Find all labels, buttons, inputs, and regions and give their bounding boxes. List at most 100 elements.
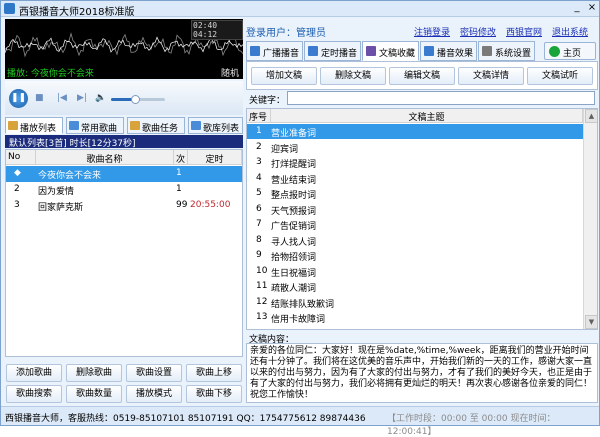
table-row[interactable]: 8 寻人找人词 [247, 233, 583, 248]
tab-scheduled[interactable]: 定时播音 [304, 41, 361, 61]
row-topic: 天气预报词 [271, 206, 317, 217]
volume-slider[interactable] [111, 95, 165, 104]
col-count[interactable]: 次 [174, 150, 188, 165]
vertical-scrollbar[interactable]: ▲ ▼ [583, 109, 597, 329]
draft-details-button[interactable]: 文稿详情 [458, 67, 524, 85]
tab-audio-effect[interactable]: 播音效果 [420, 41, 477, 61]
row-index: 8 [256, 234, 262, 245]
row-index: 1 [256, 126, 262, 136]
exit-system-link[interactable]: 退出系统 [552, 25, 588, 38]
pause-button[interactable]: ❚❚ [9, 89, 28, 108]
minimize-button[interactable]: _ [571, 3, 583, 14]
status-bar: 西银播音大师，客服热线：0519-85107101 85107191 QQ：17… [1, 406, 599, 437]
now-playing-text: 播放: 今夜你会不会来 [7, 69, 94, 79]
tab-draft-collection[interactable]: 文稿收藏 [362, 41, 419, 61]
row-index: 10 [256, 265, 268, 276]
delete-song-button[interactable]: 删除歌曲 [66, 364, 122, 382]
play-mode-button[interactable]: 播放模式 [126, 385, 182, 403]
row-topic: 迎宾词 [271, 144, 299, 155]
row-topic: 寻人找人词 [271, 237, 317, 248]
tab-system-settings[interactable]: 系统设置 [478, 41, 535, 61]
window-title: 西银播音大师2018标准版 [19, 7, 135, 18]
login-user-label: 登录用户：管理员 [246, 28, 326, 39]
gear-icon [482, 46, 492, 56]
col-topic[interactable]: 文稿主题 [271, 109, 583, 123]
tab-playlist[interactable]: 播放列表 [5, 117, 63, 134]
close-button[interactable]: × [586, 3, 598, 14]
song-count-button[interactable]: 歌曲数量 [66, 385, 122, 403]
tab-song-library[interactable]: 歌库列表 [188, 117, 243, 134]
home-button[interactable]: 主页 [544, 42, 596, 60]
table-row[interactable]: 11 疏散人潮词 [247, 279, 583, 294]
scroll-down-icon[interactable]: ▼ [585, 315, 597, 329]
table-row[interactable]: 13 信用卡故障词 [247, 310, 583, 325]
search-song-button[interactable]: 歌曲搜索 [6, 385, 62, 403]
app-window: 西银播音大师2018标准版 _ × 02:40 04:12 播放: 今夜你会不会… [0, 0, 600, 437]
keyword-input[interactable] [287, 91, 595, 105]
add-draft-button[interactable]: 增加文稿 [251, 67, 317, 85]
table-row[interactable]: 10 生日祝福词 [247, 264, 583, 279]
table-row[interactable]: 2 因为爱情 1 [6, 182, 242, 198]
now-playing-bar: 播放: 今夜你会不会来 随机 [5, 65, 243, 79]
move-song-up-button[interactable]: 歌曲上移 [186, 364, 242, 382]
draft-operations: 增加文稿 删除文稿 编辑文稿 文稿详情 文稿试听 [246, 61, 598, 90]
row-index: 3 [256, 157, 262, 167]
row-index: 6 [256, 203, 262, 214]
row-index: 13 [256, 312, 268, 322]
row-topic: 营业结束词 [271, 175, 317, 186]
draft-preview-button[interactable]: 文稿试听 [527, 67, 593, 85]
scroll-up-icon[interactable]: ▲ [585, 109, 597, 123]
broadcast-icon [250, 46, 260, 56]
delete-draft-button[interactable]: 删除文稿 [320, 67, 386, 85]
table-row[interactable]: 9 拾物招领词 [247, 248, 583, 263]
tab-common-songs[interactable]: 常用歌曲 [66, 117, 124, 134]
col-schedule[interactable]: 定时 [188, 150, 242, 165]
row-topic: 信用卡故障词 [271, 315, 326, 325]
common-songs-icon [69, 121, 79, 130]
col-song-name[interactable]: 歌曲名称 [36, 150, 174, 165]
contact-info: 西银播音大师，客服热线：0519-85107101 85107191 QQ：17… [5, 414, 366, 424]
song-library-icon [191, 121, 201, 130]
song-settings-button[interactable]: 歌曲设置 [126, 364, 182, 382]
tab-broadcast[interactable]: 广播播音 [246, 41, 303, 61]
playlist-actions: 添加歌曲 删除歌曲 歌曲设置 歌曲上移 歌曲搜索 歌曲数量 播放模式 歌曲下移 [5, 363, 243, 403]
volume-icon[interactable]: 🔈 [95, 93, 106, 103]
row-index: 11 [256, 281, 268, 291]
song-tasks-icon [130, 121, 140, 130]
table-row[interactable]: 5 整点报时词 [247, 186, 583, 201]
table-row[interactable]: 2 迎宾词 [247, 140, 583, 155]
table-row[interactable]: 12 结账排队致歉词 [247, 295, 583, 310]
col-no[interactable]: No [6, 150, 36, 165]
table-row[interactable]: 3 打烊提醒词 [247, 155, 583, 170]
left-tab-bar: 播放列表 常用歌曲 歌曲任务 歌库列表 [5, 117, 243, 134]
tab-song-tasks[interactable]: 歌曲任务 [127, 117, 185, 134]
row-topic: 生日祝福词 [271, 268, 317, 279]
table-row[interactable]: 6 天气预报词 [247, 202, 583, 217]
row-topic: 营业准备词 [271, 129, 317, 139]
draft-content-textarea[interactable]: 亲爱的各位同仁：大家好！现在是%date,%time,%week，距离我们的营业… [246, 343, 598, 403]
row-topic: 整点报时词 [271, 191, 317, 201]
volume-knob[interactable] [131, 95, 141, 104]
official-site-link[interactable]: 西银官网 [506, 25, 542, 38]
add-song-button[interactable]: 添加歌曲 [6, 364, 62, 382]
table-row[interactable]: 3 回家萨克斯 99 20:55:00 [6, 198, 242, 214]
table-row[interactable]: 7 广告促销词 [247, 217, 583, 232]
previous-button[interactable]: |◀ [57, 93, 67, 103]
logout-link[interactable]: 注销登录 [414, 25, 450, 38]
row-index: 12 [256, 296, 268, 307]
table-row[interactable]: 4 营业结束词 [247, 171, 583, 186]
change-password-link[interactable]: 密码修改 [460, 25, 496, 38]
row-topic: 结账排队致歉词 [271, 299, 335, 310]
row-index: 4 [256, 172, 262, 183]
table-row[interactable]: ◆ 今夜你会不会来 1 [6, 166, 242, 182]
next-button[interactable]: ▶| [77, 93, 87, 103]
row-topic: 拾物招领词 [271, 253, 317, 263]
play-mode-label[interactable]: 随机 [221, 66, 239, 79]
home-icon [549, 46, 560, 57]
col-index[interactable]: 序号 [247, 109, 271, 123]
table-row[interactable]: 1 营业准备词 [247, 124, 583, 139]
stop-button[interactable]: ■ [35, 93, 44, 103]
move-song-down-button[interactable]: 歌曲下移 [186, 385, 242, 403]
edit-draft-button[interactable]: 编辑文稿 [389, 67, 455, 85]
row-index: 7 [256, 219, 262, 229]
